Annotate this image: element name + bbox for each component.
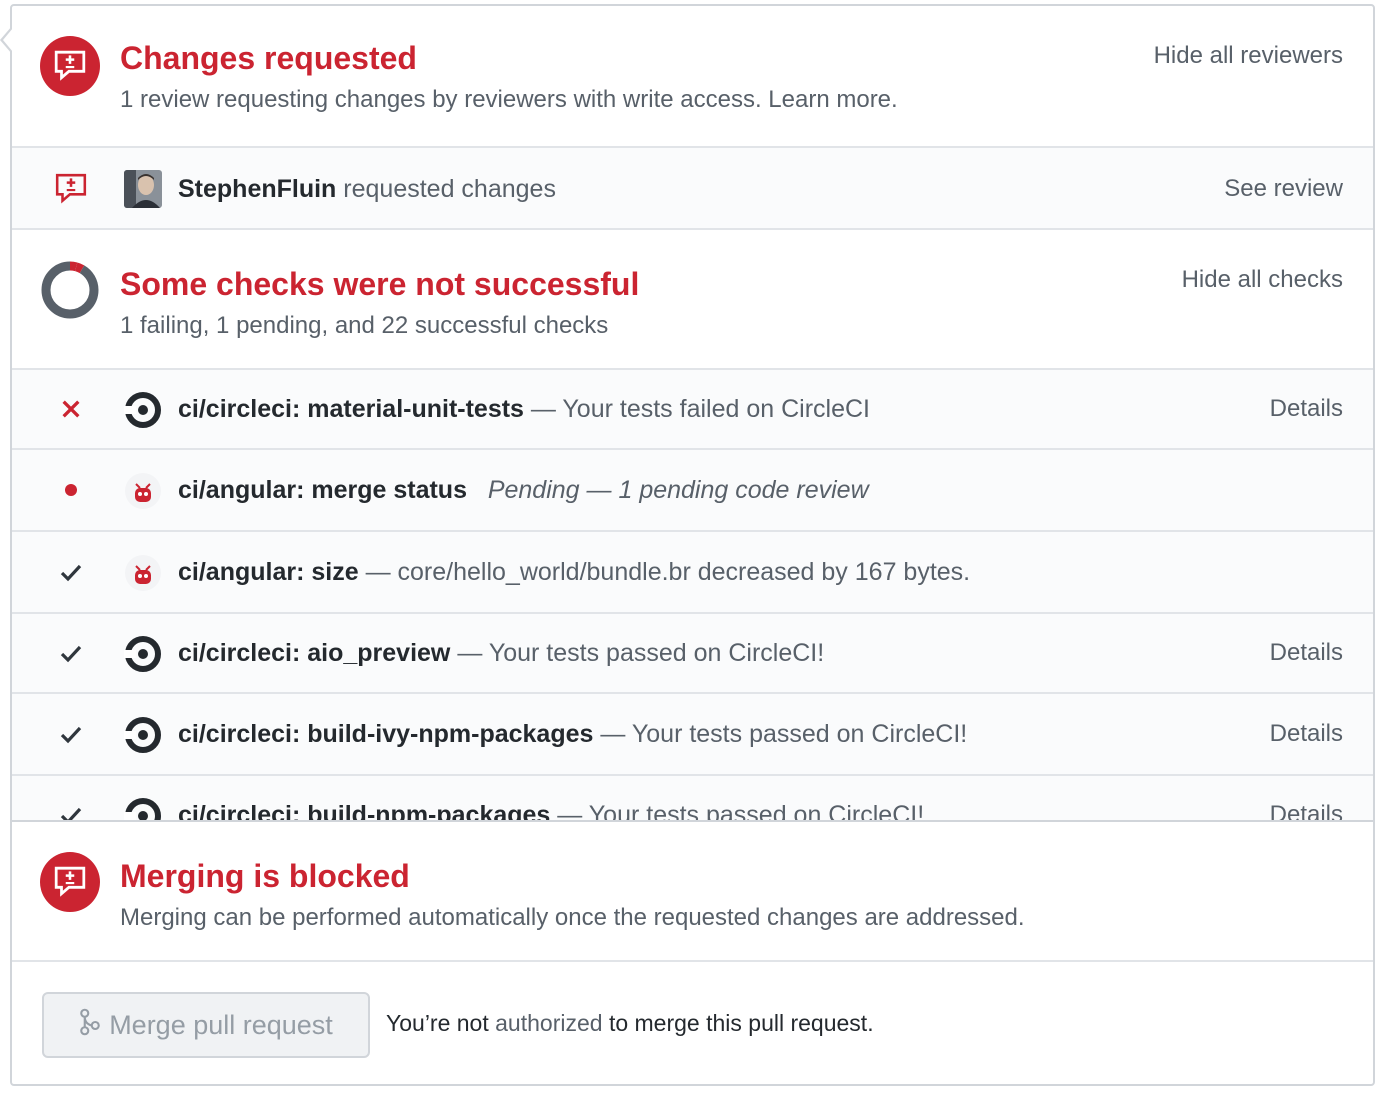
checks-donut-icon (40, 260, 100, 320)
reviewer-username[interactable]: StephenFluin (178, 175, 336, 203)
learn-more-link[interactable]: Learn more. (768, 86, 897, 113)
check-text: ci/angular: size — core/hello_world/bund… (178, 532, 970, 612)
reviews-subtitle-text: 1 review requesting changes by reviewers… (120, 86, 762, 113)
git-merge-icon (79, 1008, 101, 1043)
check-separator: — (593, 720, 632, 748)
checks-donut-chart (41, 261, 99, 319)
check-separator: — (450, 639, 489, 667)
details-link[interactable]: Details (1270, 370, 1343, 448)
file-diff-icon (40, 852, 100, 912)
check-text: ci/circleci: aio_preview — Your tests pa… (178, 614, 824, 692)
x-icon (56, 370, 86, 448)
check-context: ci/circleci: aio_preview (178, 639, 451, 667)
merge-title: Merging is blocked (120, 858, 410, 894)
reviewer-action: requested changes (343, 175, 556, 203)
merge-button-label: Merge pull request (109, 1009, 333, 1040)
check-description: Your tests failed on CircleCI (562, 395, 870, 423)
angular-bot-icon (124, 554, 162, 592)
check-separator: — (550, 801, 589, 820)
check-context: ci/angular: size (178, 558, 359, 586)
check-text: ci/circleci: material-unit-tests — Your … (178, 370, 870, 448)
circleci-icon (124, 391, 162, 429)
reviews-subtitle: 1 review requesting changes by reviewers… (120, 86, 898, 114)
check-context: ci/circleci: build-npm-packages (178, 801, 551, 820)
auth-text-before: You’re not (386, 1010, 496, 1036)
check-row: ci/circleci: build-ivy-npm-packages — Yo… (12, 692, 1373, 774)
check-separator (467, 476, 488, 504)
circleci-icon (124, 635, 162, 673)
check-description: Your tests passed on CircleCI! (588, 801, 925, 820)
details-link[interactable]: Details (1270, 614, 1343, 692)
divider (12, 960, 1373, 962)
check-row: ci/circleci: material-unit-tests — Your … (12, 368, 1373, 448)
check-icon (56, 532, 86, 612)
check-description: Your tests passed on CircleCI! (488, 639, 825, 667)
auth-text-after: to merge this pull request. (602, 1010, 874, 1036)
reviews-title: Changes requested (120, 40, 417, 76)
check-row: ci/circleci: build-npm-packages — Your t… (12, 774, 1373, 820)
checks-title: Some checks were not successful (120, 266, 640, 302)
check-text: ci/angular: merge status Pending — 1 pen… (178, 450, 869, 530)
authorized-link[interactable]: authorized (495, 1010, 602, 1036)
donut-successful-segment (41, 261, 99, 319)
checks-list[interactable]: ci/circleci: material-unit-tests — Your … (12, 368, 1373, 820)
check-icon (56, 694, 86, 774)
check-icon (56, 614, 86, 692)
check-icon (56, 776, 86, 820)
authorization-message: You’re not authorized to merge this pull… (386, 1010, 874, 1037)
check-context: ci/circleci: material-unit-tests (178, 395, 524, 423)
details-link[interactable]: Details (1270, 776, 1343, 820)
reviews-section: Changes requested 1 review requesting ch… (12, 6, 1373, 146)
merge-subtitle: Merging can be performed automatically o… (120, 904, 1025, 931)
merge-pull-request-button[interactable]: Merge pull request (42, 992, 370, 1058)
reviewer-text: StephenFluin requested changes (178, 170, 556, 208)
details-link[interactable]: Details (1270, 694, 1343, 774)
merge-section: Merging is blocked Merging can be perfor… (12, 820, 1373, 960)
check-description: Your tests passed on CircleCI! (631, 720, 968, 748)
check-row: ci/angular: merge status Pending — 1 pen… (12, 448, 1373, 530)
merge-status-panel: Changes requested 1 review requesting ch… (10, 4, 1375, 1086)
checks-section: Some checks were not successful 1 failin… (12, 228, 1373, 368)
angular-bot-icon (124, 472, 162, 510)
check-context: ci/circleci: build-ivy-npm-packages (178, 720, 594, 748)
circleci-icon (124, 797, 162, 820)
check-text: ci/circleci: build-ivy-npm-packages — Yo… (178, 694, 967, 774)
hide-all-reviewers-link[interactable]: Hide all reviewers (1154, 42, 1343, 70)
see-review-link[interactable]: See review (1224, 170, 1343, 208)
check-separator: — (523, 395, 563, 423)
check-row: ci/circleci: aio_preview — Your tests pa… (12, 612, 1373, 692)
check-separator: — (358, 558, 398, 586)
check-description: core/hello_world/bundle.br decreased by … (397, 558, 971, 586)
file-diff-icon (40, 36, 100, 96)
reviewer-row: StephenFluin requested changes See revie… (12, 146, 1373, 228)
check-text: ci/circleci: build-npm-packages — Your t… (178, 776, 924, 820)
check-description: Pending — 1 pending code review (487, 476, 869, 504)
circleci-icon (124, 716, 162, 754)
timeline-caret-inner (3, 28, 13, 52)
avatar[interactable] (124, 170, 162, 208)
check-context: ci/angular: merge status (178, 476, 467, 504)
checks-subtitle: 1 failing, 1 pending, and 22 successful … (120, 312, 609, 339)
check-row: ci/angular: size — core/hello_world/bund… (12, 530, 1373, 612)
hide-all-checks-link[interactable]: Hide all checks (1182, 266, 1343, 294)
pending-dot-icon (56, 450, 86, 530)
file-diff-icon (54, 172, 88, 206)
